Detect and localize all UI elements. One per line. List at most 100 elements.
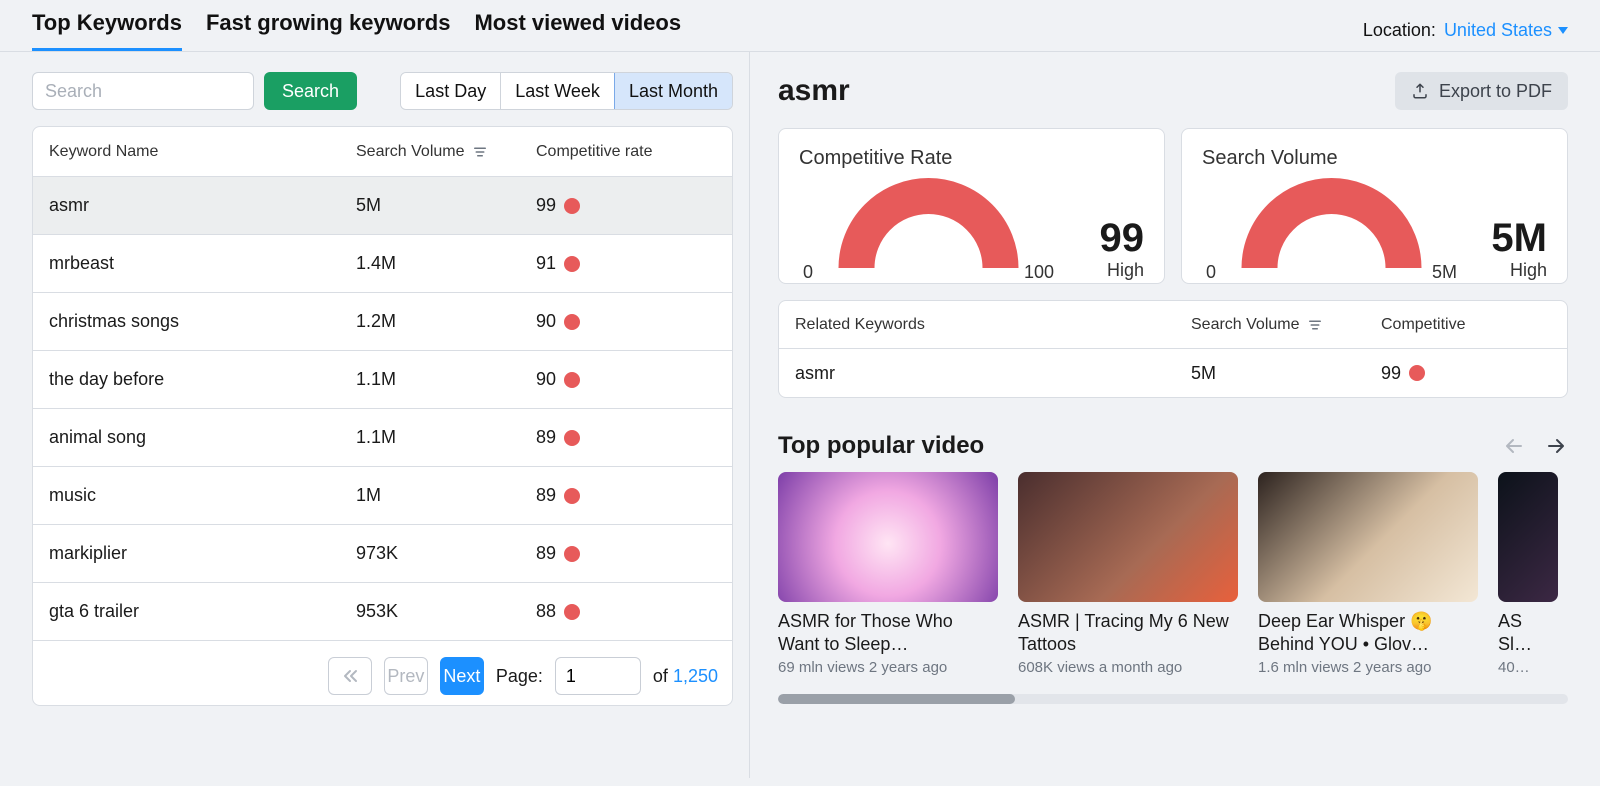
- double-chevron-left-icon: [342, 668, 358, 684]
- related-keywords-table: Related Keywords Search Volume Competiti…: [778, 300, 1568, 398]
- video-card[interactable]: ASMR | Tracing My 6 New Tattoos608K view…: [1018, 472, 1238, 676]
- keyword-name: mrbeast: [49, 253, 356, 274]
- keyword-name: christmas songs: [49, 311, 356, 332]
- table-row[interactable]: asmr5M99: [33, 177, 732, 235]
- video-card[interactable]: ASMR for Those Who Want to Sleep… 69 mln …: [778, 472, 998, 676]
- table-row[interactable]: the day before1.1M90: [33, 351, 732, 409]
- upload-icon: [1411, 82, 1429, 100]
- arrow-left-icon: [1502, 434, 1526, 458]
- rate-indicator-icon: [564, 314, 580, 330]
- video-card[interactable]: Deep Ear Whisper 🤫 Behind YOU • Glov…1.6…: [1258, 472, 1478, 676]
- keyword-rate: 90: [536, 369, 556, 390]
- volume-level: High: [1475, 260, 1547, 281]
- table-row[interactable]: animal song1.1M89: [33, 409, 732, 467]
- keyword-rate: 91: [536, 253, 556, 274]
- related-col-volume[interactable]: Search Volume: [1191, 316, 1381, 334]
- video-thumbnail: [1258, 472, 1478, 602]
- carousel-scrollbar-thumb[interactable]: [778, 694, 1015, 704]
- keyword-rate: 90: [536, 311, 556, 332]
- page-prev-button[interactable]: Prev: [384, 657, 428, 695]
- carousel-scrollbar[interactable]: [778, 694, 1568, 704]
- table-row[interactable]: christmas songs1.2M90: [33, 293, 732, 351]
- col-keyword-name[interactable]: Keyword Name: [49, 143, 356, 161]
- location-label: Location:: [1363, 20, 1436, 41]
- location-select[interactable]: United States: [1444, 20, 1568, 41]
- keyword-rate: 89: [536, 543, 556, 564]
- top-popular-video-title: Top popular video: [778, 432, 984, 460]
- search-input[interactable]: [32, 72, 254, 110]
- keyword-volume: 953K: [356, 601, 536, 622]
- competitive-rate-card: Competitive Rate 0 100 99 High: [778, 128, 1165, 284]
- carousel-next-button[interactable]: [1544, 434, 1568, 458]
- rate-indicator-icon: [564, 430, 580, 446]
- page-first-button[interactable]: [328, 657, 372, 695]
- sort-icon: [473, 146, 487, 158]
- competitive-min: 0: [803, 262, 813, 283]
- video-meta: 69 mln views 2 years ago: [778, 659, 998, 676]
- period-last-month[interactable]: Last Month: [614, 72, 733, 110]
- video-title: ASMR for Those Who Want to Sleep…: [778, 610, 998, 655]
- keyword-name: gta 6 trailer: [49, 601, 356, 622]
- pagination: Prev Next Page: of 1,250: [33, 641, 732, 705]
- period-last-day[interactable]: Last Day: [401, 73, 501, 109]
- volume-value: 5M: [1475, 218, 1547, 258]
- page-label: Page:: [496, 666, 543, 687]
- tab-fast-growing[interactable]: Fast growing keywords: [206, 10, 451, 51]
- export-pdf-button[interactable]: Export to PDF: [1395, 72, 1568, 110]
- location-value-text: United States: [1444, 20, 1552, 41]
- rate-indicator-icon: [564, 372, 580, 388]
- related-volume: 5M: [1191, 363, 1381, 384]
- table-row[interactable]: gta 6 trailer953K88: [33, 583, 732, 641]
- video-meta: 608K views a month ago: [1018, 659, 1238, 676]
- video-thumbnail: [1018, 472, 1238, 602]
- table-row[interactable]: asmr5M99: [779, 349, 1567, 397]
- video-meta: 40…: [1498, 659, 1558, 676]
- keyword-name: markiplier: [49, 543, 356, 564]
- rate-indicator-icon: [564, 198, 580, 214]
- col-search-volume[interactable]: Search Volume: [356, 143, 536, 161]
- export-pdf-label: Export to PDF: [1439, 81, 1552, 102]
- keyword-volume: 1.2M: [356, 311, 536, 332]
- related-col-name[interactable]: Related Keywords: [795, 316, 1191, 334]
- tab-top-keywords[interactable]: Top Keywords: [32, 10, 182, 51]
- keyword-rate: 99: [536, 195, 556, 216]
- keyword-name: the day before: [49, 369, 356, 390]
- search-volume-title: Search Volume: [1202, 147, 1547, 170]
- related-col-competitive[interactable]: Competitive: [1381, 316, 1551, 334]
- keyword-volume: 5M: [356, 195, 536, 216]
- keyword-rate: 88: [536, 601, 556, 622]
- video-title: AS Sl…: [1498, 610, 1558, 655]
- competitive-rate-gauge: [799, 178, 1058, 268]
- search-volume-gauge: [1202, 178, 1461, 268]
- page-next-button[interactable]: Next: [440, 657, 484, 695]
- table-row[interactable]: music1M89: [33, 467, 732, 525]
- page-total-link[interactable]: 1,250: [673, 666, 718, 686]
- page-of-label: of: [653, 666, 668, 686]
- video-thumbnail: [1498, 472, 1558, 602]
- keyword-rate: 89: [536, 485, 556, 506]
- period-last-week[interactable]: Last Week: [501, 73, 615, 109]
- top-bar: Top Keywords Fast growing keywords Most …: [0, 0, 1600, 52]
- competitive-max: 100: [1024, 262, 1054, 283]
- carousel-prev-button[interactable]: [1502, 434, 1526, 458]
- keyword-rate: 89: [536, 427, 556, 448]
- related-name: asmr: [795, 363, 1191, 384]
- detail-title: asmr: [778, 74, 850, 108]
- keywords-table: Keyword Name Search Volume Competitive r…: [32, 126, 733, 706]
- table-row[interactable]: markiplier973K89: [33, 525, 732, 583]
- keyword-name: music: [49, 485, 356, 506]
- page-input[interactable]: [555, 657, 641, 695]
- competitive-level: High: [1072, 260, 1144, 281]
- video-thumbnail: [778, 472, 998, 602]
- period-segment: Last Day Last Week Last Month: [400, 72, 733, 110]
- sort-icon: [1308, 319, 1322, 331]
- col-competitive-rate[interactable]: Competitive rate: [536, 143, 716, 161]
- search-button[interactable]: Search: [264, 72, 357, 110]
- video-card[interactable]: AS Sl… 40…: [1498, 472, 1558, 676]
- tab-most-viewed[interactable]: Most viewed videos: [474, 10, 681, 51]
- table-row[interactable]: mrbeast1.4M91: [33, 235, 732, 293]
- rate-indicator-icon: [564, 546, 580, 562]
- video-title: Deep Ear Whisper 🤫 Behind YOU • Glov…: [1258, 610, 1478, 655]
- keyword-volume: 1M: [356, 485, 536, 506]
- volume-max: 5M: [1432, 262, 1457, 283]
